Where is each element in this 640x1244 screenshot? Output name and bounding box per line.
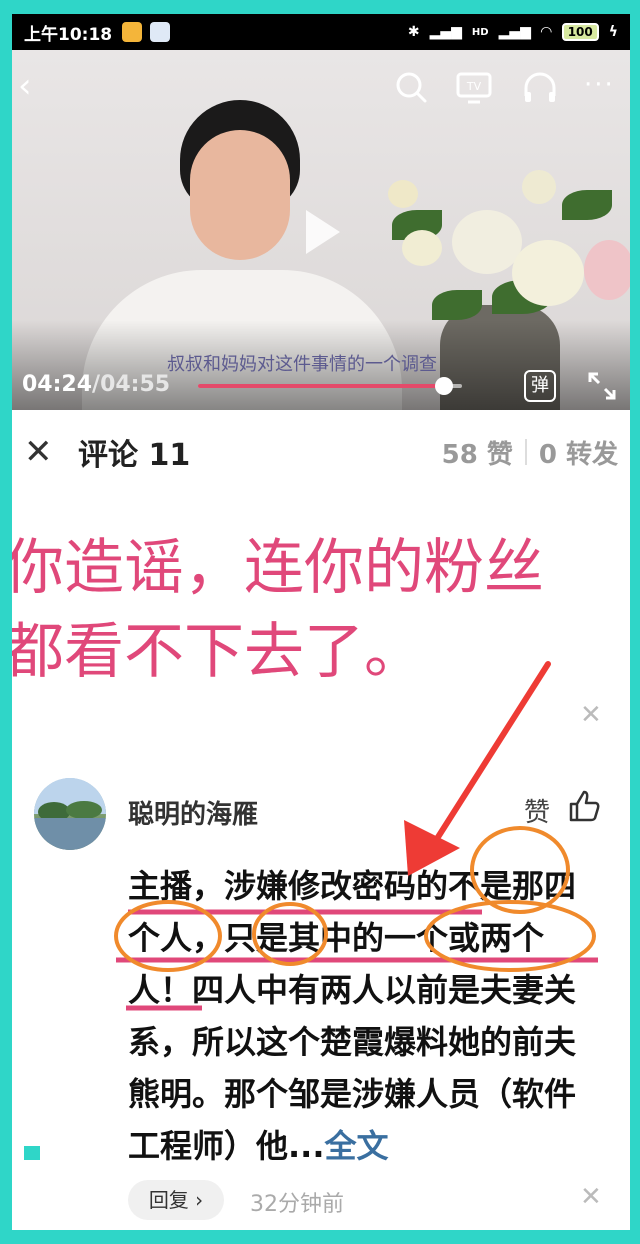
video-subtitle: 叔叔和妈妈对这件事情的一个调查	[167, 354, 437, 375]
tv-cast-icon[interactable]: TV	[454, 68, 494, 108]
status-right: ✱ ▂▄▆ HD ▂▄▆ ◠ 100 ϟ	[408, 23, 618, 41]
teal-marker	[24, 1146, 40, 1160]
comment-dismiss-icon[interactable]: ✕	[580, 1182, 602, 1212]
reply-button[interactable]: 回复 ›	[128, 1180, 224, 1220]
comments-header: ✕ 评论 11 58 赞 0 转发	[12, 410, 630, 494]
overlay-line-2: 都看不下去了。	[12, 617, 424, 687]
danmu-icon[interactable]: 弹	[524, 370, 556, 402]
expand-full-text-link[interactable]: 全文	[324, 1127, 388, 1165]
status-bar: 上午10:18 ✱ ▂▄▆ HD ▂▄▆ ◠ 100 ϟ	[12, 14, 630, 50]
comment-username[interactable]: 聪明的海雁	[128, 794, 258, 831]
video-time: 04:24/04:55	[22, 372, 170, 397]
folder-app-icon	[122, 22, 143, 42]
close-icon[interactable]: ✕	[24, 432, 64, 472]
thumb-up-icon[interactable]	[566, 788, 602, 824]
search-icon[interactable]	[392, 68, 432, 108]
signal-icon: ▂▄▆	[429, 24, 462, 40]
video-time-current: 04:24	[22, 372, 93, 397]
signal-icon-2: ▂▄▆	[498, 24, 531, 40]
charging-icon: ϟ	[608, 24, 618, 40]
comments-title: 评论 11	[78, 438, 191, 473]
fullscreen-icon[interactable]	[586, 370, 618, 402]
comments-stats: 58 赞 0 转发	[442, 434, 618, 471]
video-time-total: /04:55	[92, 372, 171, 397]
avatar[interactable]	[34, 778, 106, 850]
bluetooth-icon: ✱	[407, 24, 420, 40]
play-icon[interactable]	[306, 210, 340, 254]
shares-count[interactable]: 0 转发	[539, 434, 618, 471]
comment-like-label[interactable]: 赞	[524, 792, 550, 829]
battery-icon: 100	[561, 23, 599, 41]
calendar-app-icon	[150, 22, 171, 42]
video-flowers	[372, 150, 630, 340]
likes-count[interactable]: 58 赞	[442, 434, 513, 471]
video-progress-knob[interactable]	[434, 377, 453, 395]
status-time: 上午10:18	[24, 24, 113, 45]
overlay-caption: 你造谣，连你的粉丝 都看不下去了。	[12, 526, 630, 694]
overlay-line-1: 你造谣，连你的粉丝	[12, 533, 544, 603]
more-icon[interactable]: ···	[584, 68, 624, 108]
stats-divider	[524, 439, 527, 465]
video-player[interactable]: ‹ TV ··· 叔叔和妈妈对这件事情的一个调查 04:24/04:55 弹	[12, 50, 630, 410]
comment-text: 主播，涉嫌修改密码的不是那四个人，只是其中的一个或两个人！四人中有两人以前是夫妻…	[128, 867, 577, 1165]
dismiss-icon[interactable]: ✕	[580, 700, 602, 730]
video-progress-bar[interactable]	[198, 377, 462, 395]
comment-text-block: 主播，涉嫌修改密码的不是那四个人，只是其中的一个或两个人！四人中有两人以前是夫妻…	[128, 860, 598, 1172]
video-progress-fill	[198, 384, 444, 388]
network-tag: HD	[471, 26, 489, 38]
wifi-icon: ◠	[540, 24, 552, 40]
back-icon[interactable]: ‹	[18, 68, 58, 108]
phone-screen: 上午10:18 ✱ ▂▄▆ HD ▂▄▆ ◠ 100 ϟ ‹ TV ··· 叔叔…	[12, 14, 630, 1230]
svg-text:TV: TV	[466, 80, 482, 93]
headphone-icon[interactable]	[520, 68, 560, 108]
comment-time: 32分钟前	[250, 1192, 344, 1217]
